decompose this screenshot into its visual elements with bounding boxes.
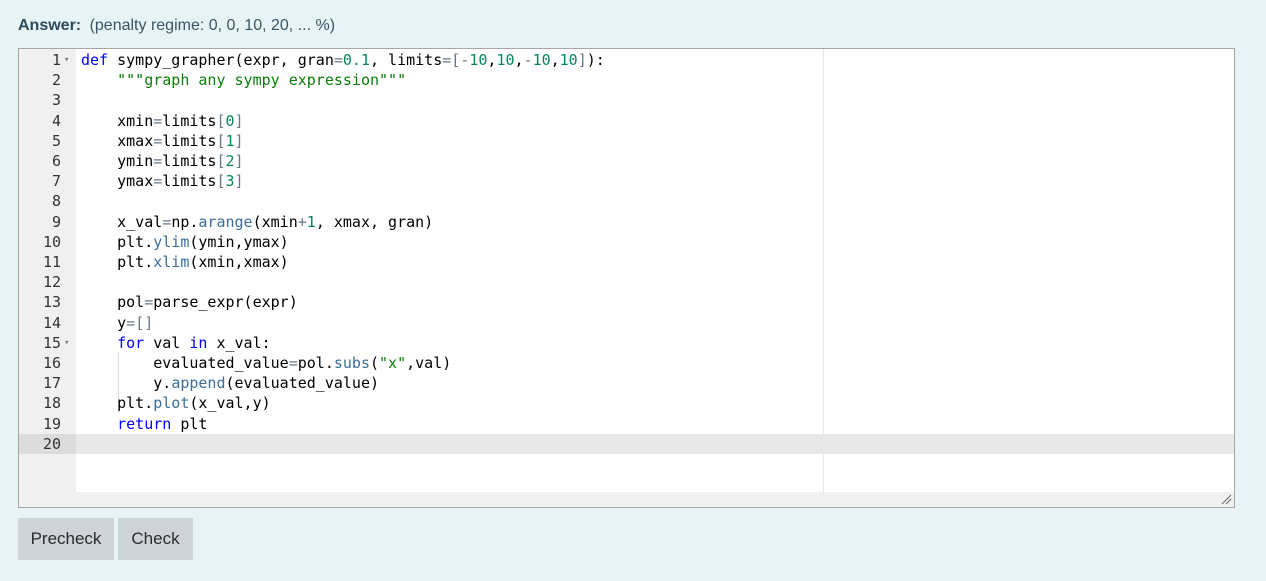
code-text: return plt	[117, 414, 208, 433]
line-number: 14	[42, 313, 61, 332]
line-number: 18	[42, 394, 61, 413]
code-line[interactable]: 6 ymin=limits[2]	[19, 151, 1234, 171]
line-number: 2	[51, 71, 61, 90]
line-number: 5	[51, 131, 61, 150]
code-text: plt.ylim(ymin,ymax)	[81, 232, 289, 251]
line-number: 10	[42, 232, 61, 251]
line-number: 20	[42, 434, 61, 453]
code-line[interactable]: 4 xmin=limits[0]	[19, 111, 1234, 131]
code-line[interactable]: 10 plt.ylim(ymin,ymax)	[19, 232, 1234, 252]
line-number: 12	[42, 273, 61, 292]
code-editor[interactable]: 1 ▾ def sympy_grapher(expr, gran=0.1, limi…	[18, 48, 1235, 508]
code-text: plt.plot(x_val,y)	[81, 394, 271, 413]
line-number: 19	[42, 414, 61, 433]
code-line[interactable]: 5 xmax=limits[1]	[19, 131, 1234, 151]
code-line[interactable]: 9 x_val=np.arange(xmin+1, xmax, gran)	[19, 212, 1234, 232]
line-number: 1	[51, 51, 61, 69]
check-button[interactable]: Check	[118, 518, 193, 560]
code-line[interactable]: 7 ymax=limits[3]	[19, 171, 1234, 191]
penalty-regime: (penalty regime: 0, 0, 10, 20, ... %)	[89, 17, 336, 34]
answer-label: Answer:	[18, 17, 82, 34]
code-text: y=[]	[81, 313, 154, 332]
code-text: evaluated_value=pol.subs("x",val)	[81, 354, 452, 372]
line-number: 7	[51, 172, 61, 191]
code-text: pol=parse_expr(expr)	[81, 293, 298, 312]
code-text: plt.xlim(xmin,xmax)	[81, 253, 289, 271]
code-text: """graph any sympy expression"""	[117, 71, 407, 90]
fold-arrow-icon[interactable]: ▾	[64, 333, 69, 353]
code-text: x_val=np.arange(xmin+1, xmax, gran)	[81, 212, 434, 231]
code-line[interactable]: 11 plt.xlim(xmin,xmax)	[19, 252, 1234, 272]
line-number: 8	[51, 192, 61, 211]
code-line[interactable]: 3	[19, 90, 1234, 110]
answer-header: Answer: (penalty regime: 0, 0, 10, 20, .…	[18, 17, 335, 35]
code-line[interactable]: 8	[19, 191, 1234, 211]
precheck-button[interactable]: Precheck	[18, 518, 114, 560]
line-number: 15	[42, 333, 61, 352]
line-number: 11	[42, 253, 61, 271]
line-number: 3	[51, 91, 61, 110]
line-number: 9	[51, 212, 61, 231]
code-line[interactable]: 12	[19, 272, 1234, 292]
code-text: y.append(evaluated_value)	[81, 374, 380, 393]
code-text: xmax=limits[1]	[81, 131, 244, 150]
code-line[interactable]: 19 return plt	[19, 414, 1234, 434]
code-line[interactable]: 2 """graph any sympy expression"""	[19, 70, 1234, 90]
code-text: ymin=limits[2]	[81, 152, 244, 170]
code-line[interactable]: 13 pol=parse_expr(expr)	[19, 292, 1234, 312]
code-text: ymax=limits[3]	[81, 172, 244, 191]
code-line[interactable]: 18 plt.plot(x_val,y)	[19, 393, 1234, 413]
code-line[interactable]: 15 ▾ for val in x_val:	[19, 333, 1234, 353]
code-line[interactable]: 14 y=[]	[19, 313, 1234, 333]
code-text: def sympy_grapher(expr, gran=0.1, limits…	[81, 51, 605, 69]
line-number: 6	[51, 152, 61, 170]
line-number: 17	[42, 374, 61, 393]
code-line[interactable]: 20	[19, 434, 1234, 454]
resize-handle-icon[interactable]	[1220, 493, 1232, 505]
code-text: xmin=limits[0]	[81, 111, 244, 130]
code-line[interactable]: 16 evaluated_value=pol.subs("x",val)	[19, 353, 1234, 373]
fold-arrow-icon[interactable]: ▾	[64, 50, 69, 70]
code-line[interactable]: 1 ▾ def sympy_grapher(expr, gran=0.1, limi…	[19, 50, 1234, 70]
code-text: for val in x_val:	[117, 333, 271, 352]
editor-bottom-bar	[19, 492, 1234, 507]
line-number: 13	[42, 293, 61, 312]
line-number: 16	[42, 354, 61, 372]
line-number: 4	[51, 111, 61, 130]
code-line[interactable]: 17 y.append(evaluated_value)	[19, 373, 1234, 393]
